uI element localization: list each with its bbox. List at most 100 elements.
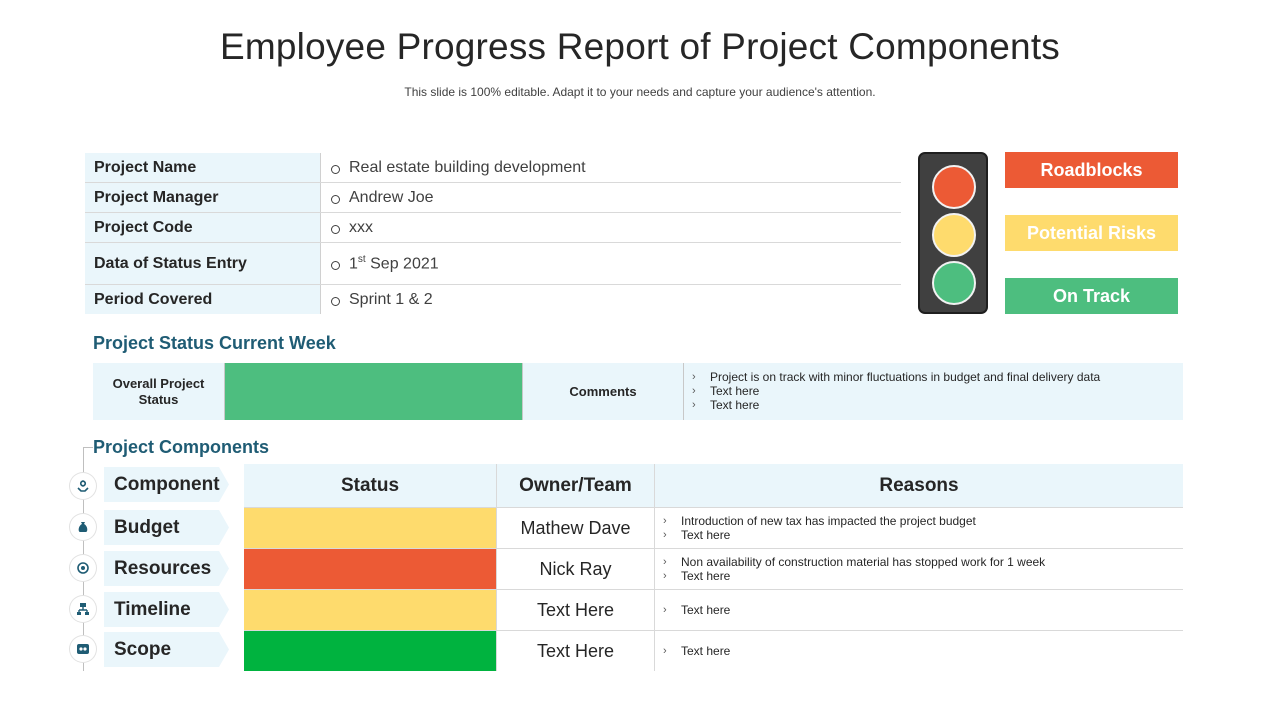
table-row: Text Here › Text here (244, 590, 1183, 631)
table-row: Mathew Dave › Introduction of new tax has… (244, 508, 1183, 549)
timeline-connector-tick (83, 447, 93, 448)
bullet-circle-icon (331, 260, 340, 270)
info-row: Project Name Real estate building develo… (85, 153, 901, 183)
info-value: Andrew Joe (349, 188, 434, 206)
table-row: Text Here › Text here (244, 631, 1183, 671)
reason-item: › Text here (663, 644, 730, 658)
status-column-header: Status (244, 464, 497, 507)
info-row: Project Manager Andrew Joe (85, 183, 901, 213)
reasons-column-header: Reasons (879, 474, 959, 496)
info-label: Data of Status Entry (85, 243, 321, 284)
owner-cell: Text Here (497, 631, 655, 671)
status-cell-yellow (244, 590, 497, 630)
reasons-cell: › Introduction of new tax has impacted th… (655, 508, 1183, 548)
red-lamp (932, 165, 976, 209)
chevron-right-icon: › (663, 645, 667, 657)
status-cell-yellow (244, 508, 497, 548)
page-subtitle: This slide is 100% editable. Adapt it to… (404, 85, 876, 99)
chevron-right-icon: › (692, 385, 696, 397)
reason-text: Introduction of new tax has impacted the… (681, 514, 976, 528)
reasons-cell: › Text here (655, 631, 1183, 671)
status-cell-red (244, 549, 497, 589)
owner-cell: Text Here (497, 590, 655, 630)
info-row: Period Covered Sprint 1 & 2 (85, 285, 901, 314)
component-tag-timeline: Timeline (104, 592, 229, 627)
plant-hand-icon (70, 473, 96, 499)
timeline-icon (70, 596, 96, 622)
date-day: 1 (349, 255, 358, 273)
legend-roadblocks: Roadblocks (1005, 152, 1178, 188)
status-cell-green (244, 631, 497, 671)
components-section-heading: Project Components (93, 437, 270, 457)
chevron-right-icon: › (663, 556, 667, 568)
page-title: Employee Progress Report of Project Comp… (219, 26, 1061, 67)
reason-item: › Text here (663, 569, 730, 583)
comments-label: Comments (523, 363, 684, 420)
info-label: Project Manager (85, 183, 321, 212)
info-value: Sprint 1 & 2 (349, 290, 433, 308)
resources-icon (70, 555, 96, 581)
info-label: Project Code (85, 213, 321, 242)
info-row: Data of Status Entry 1st Sep 2021 (85, 243, 901, 285)
bullet-circle-icon (331, 194, 340, 204)
comment-text: Text here (710, 398, 760, 412)
legend-on-track: On Track (1005, 278, 1178, 314)
money-bag-icon (70, 514, 96, 540)
info-label: Project Name (85, 153, 321, 182)
overall-status-label: Overall Project Status (93, 363, 225, 420)
reason-text: Non availability of construction materia… (681, 555, 1046, 569)
date-ordinal: st (357, 253, 366, 265)
owner-cell: Nick Ray (497, 549, 655, 589)
info-value-cell: xxx (321, 213, 901, 242)
reason-text: Text here (681, 603, 731, 617)
reason-text: Text here (681, 644, 731, 658)
info-value: Real estate building development (349, 158, 586, 176)
info-value: 1st Sep 2021 (349, 254, 439, 273)
comment-item: › Text here (692, 398, 1183, 412)
info-row: Project Code xxx (85, 213, 901, 243)
project-info-table: Project Name Real estate building develo… (85, 153, 901, 314)
owner-column-header: Owner/Team (497, 464, 655, 507)
info-value: xxx (349, 218, 373, 236)
overall-status-indicator (225, 363, 523, 420)
chevron-right-icon: › (692, 399, 696, 411)
info-value-cell: Real estate building development (321, 153, 901, 182)
reason-text: Text here (681, 569, 731, 583)
overall-status-band: Overall Project Status Comments › Project… (93, 363, 1183, 420)
chevron-right-icon: › (663, 570, 667, 582)
component-tag-budget: Budget (104, 510, 229, 545)
component-header-tag: Component (104, 467, 229, 502)
bullet-circle-icon (331, 164, 340, 174)
date-month-year: Sep 2021 (365, 255, 439, 273)
comments-list: › Project is on track with minor fluctuat… (684, 363, 1183, 420)
reason-item: › Text here (663, 528, 730, 542)
scope-icon (70, 636, 96, 662)
bullet-circle-icon (331, 224, 340, 234)
component-tag-resources: Resources (104, 551, 229, 586)
reason-text: Text here (681, 528, 731, 542)
chevron-right-icon: › (692, 371, 696, 383)
legend-potential-risks: Potential Risks (1005, 215, 1178, 251)
info-value-cell: Sprint 1 & 2 (321, 285, 901, 314)
comment-item: › Text here (692, 384, 1183, 398)
table-header-row: Status Owner/Team Reasons (244, 464, 1183, 508)
owner-cell: Mathew Dave (497, 508, 655, 548)
component-tag-scope: Scope (104, 632, 229, 667)
info-label: Period Covered (85, 285, 321, 314)
comment-text: Project is on track with minor fluctuati… (710, 370, 1101, 384)
info-value-cell: 1st Sep 2021 (321, 243, 901, 284)
bullet-circle-icon (331, 296, 340, 306)
chevron-right-icon: › (663, 604, 667, 616)
chevron-right-icon: › (663, 515, 667, 527)
comment-text: Text here (710, 384, 760, 398)
table-row: Nick Ray › Non availability of constructi… (244, 549, 1183, 590)
info-value-cell: Andrew Joe (321, 183, 901, 212)
green-lamp (932, 261, 976, 305)
reason-item: › Text here (663, 603, 730, 617)
reason-item: › Non availability of construction materi… (663, 555, 1045, 569)
comment-item: › Project is on track with minor fluctuat… (692, 370, 1183, 384)
chevron-right-icon: › (663, 529, 667, 541)
reasons-cell: › Non availability of construction materi… (655, 549, 1183, 589)
reasons-cell: › Text here (655, 590, 1183, 630)
components-table: Status Owner/Team Reasons Mathew Dave › I… (244, 464, 1183, 671)
